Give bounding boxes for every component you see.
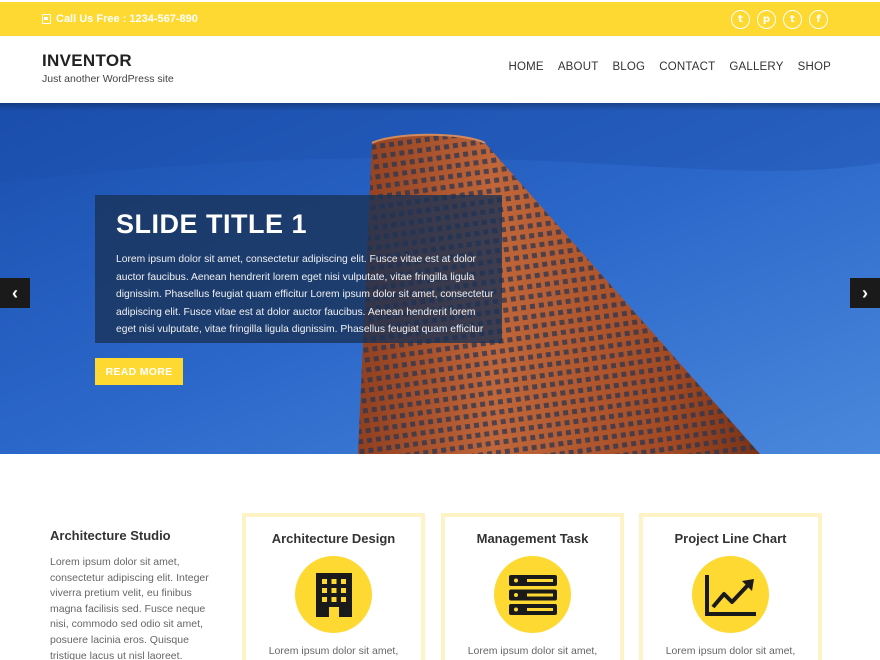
card-text: Lorem ipsum dolor sit amet, xyxy=(268,645,399,657)
nav-item-gallery[interactable]: GALLERY xyxy=(729,61,783,73)
hero-slider: SLIDE TITLE 1 Lorem ipsum dolor sit amet… xyxy=(0,103,880,454)
chevron-right-icon: › xyxy=(862,282,868,303)
phone-text: Call Us Free : 1234-567-890 xyxy=(56,13,198,25)
building-icon xyxy=(315,572,352,617)
site-branding: INVENTOR Just another WordPress site xyxy=(42,51,174,85)
about-title: Architecture Studio xyxy=(50,528,171,543)
slide-title: SLIDE TITLE 1 xyxy=(116,209,308,239)
top-bar: Call Us Free : 1234-567-890 t p t f xyxy=(0,0,880,36)
card-icon-circle xyxy=(295,556,372,633)
nav-item-blog[interactable]: BLOG xyxy=(612,61,645,73)
card-icon-circle xyxy=(692,556,769,633)
nav-item-contact[interactable]: CONTACT xyxy=(659,61,715,73)
slide-text: Lorem ipsum dolor sit amet, consectetur … xyxy=(116,254,494,335)
site-title[interactable]: INVENTOR xyxy=(42,51,174,71)
card-title: Management Task xyxy=(476,531,589,546)
chevron-left-icon: ‹ xyxy=(12,282,18,303)
about-section: Architecture Studio Lorem ipsum dolor si… xyxy=(50,528,225,660)
server-icon xyxy=(508,574,557,615)
card-title: Project Line Chart xyxy=(674,531,787,546)
about-text: Lorem ipsum dolor sit amet, consectetur … xyxy=(50,556,209,660)
card-text: Lorem ipsum dolor sit amet, xyxy=(467,645,598,657)
phone-contact: Call Us Free : 1234-567-890 xyxy=(42,13,198,25)
site-header: INVENTOR Just another WordPress site HOM… xyxy=(0,36,880,103)
prev-slide-button[interactable]: ‹ xyxy=(0,278,30,308)
card-icon-circle xyxy=(494,556,571,633)
feature-card[interactable]: Management Task Lorem ipsum dolor sit am… xyxy=(441,513,624,660)
nav-item-about[interactable]: ABOUT xyxy=(558,61,599,73)
slide-caption: SLIDE TITLE 1 Lorem ipsum dolor sit amet… xyxy=(95,195,502,343)
tumblr-icon[interactable]: t xyxy=(731,10,750,29)
nav-item-shop[interactable]: SHOP xyxy=(798,61,831,73)
feature-card[interactable]: Project Line Chart Lorem ipsum dolor sit… xyxy=(639,513,822,660)
twitter-icon[interactable]: t xyxy=(783,10,802,29)
nav-item-home[interactable]: HOME xyxy=(509,61,544,73)
main-nav: HOME ABOUT BLOG CONTACT GALLERY SHOP xyxy=(509,61,832,73)
card-text: Lorem ipsum dolor sit amet, xyxy=(665,645,796,657)
site-tagline: Just another WordPress site xyxy=(42,73,174,85)
card-title: Architecture Design xyxy=(271,531,396,546)
line-chart-icon xyxy=(704,574,756,616)
social-links: t p t f xyxy=(731,10,828,29)
read-more-button[interactable]: READ MORE xyxy=(95,358,183,385)
facebook-icon[interactable]: f xyxy=(809,10,828,29)
pinterest-icon[interactable]: p xyxy=(757,10,776,29)
feature-card[interactable]: Architecture Design Lorem ipsum dolor si… xyxy=(242,513,425,660)
phone-icon xyxy=(42,14,51,24)
next-slide-button[interactable]: › xyxy=(850,278,880,308)
